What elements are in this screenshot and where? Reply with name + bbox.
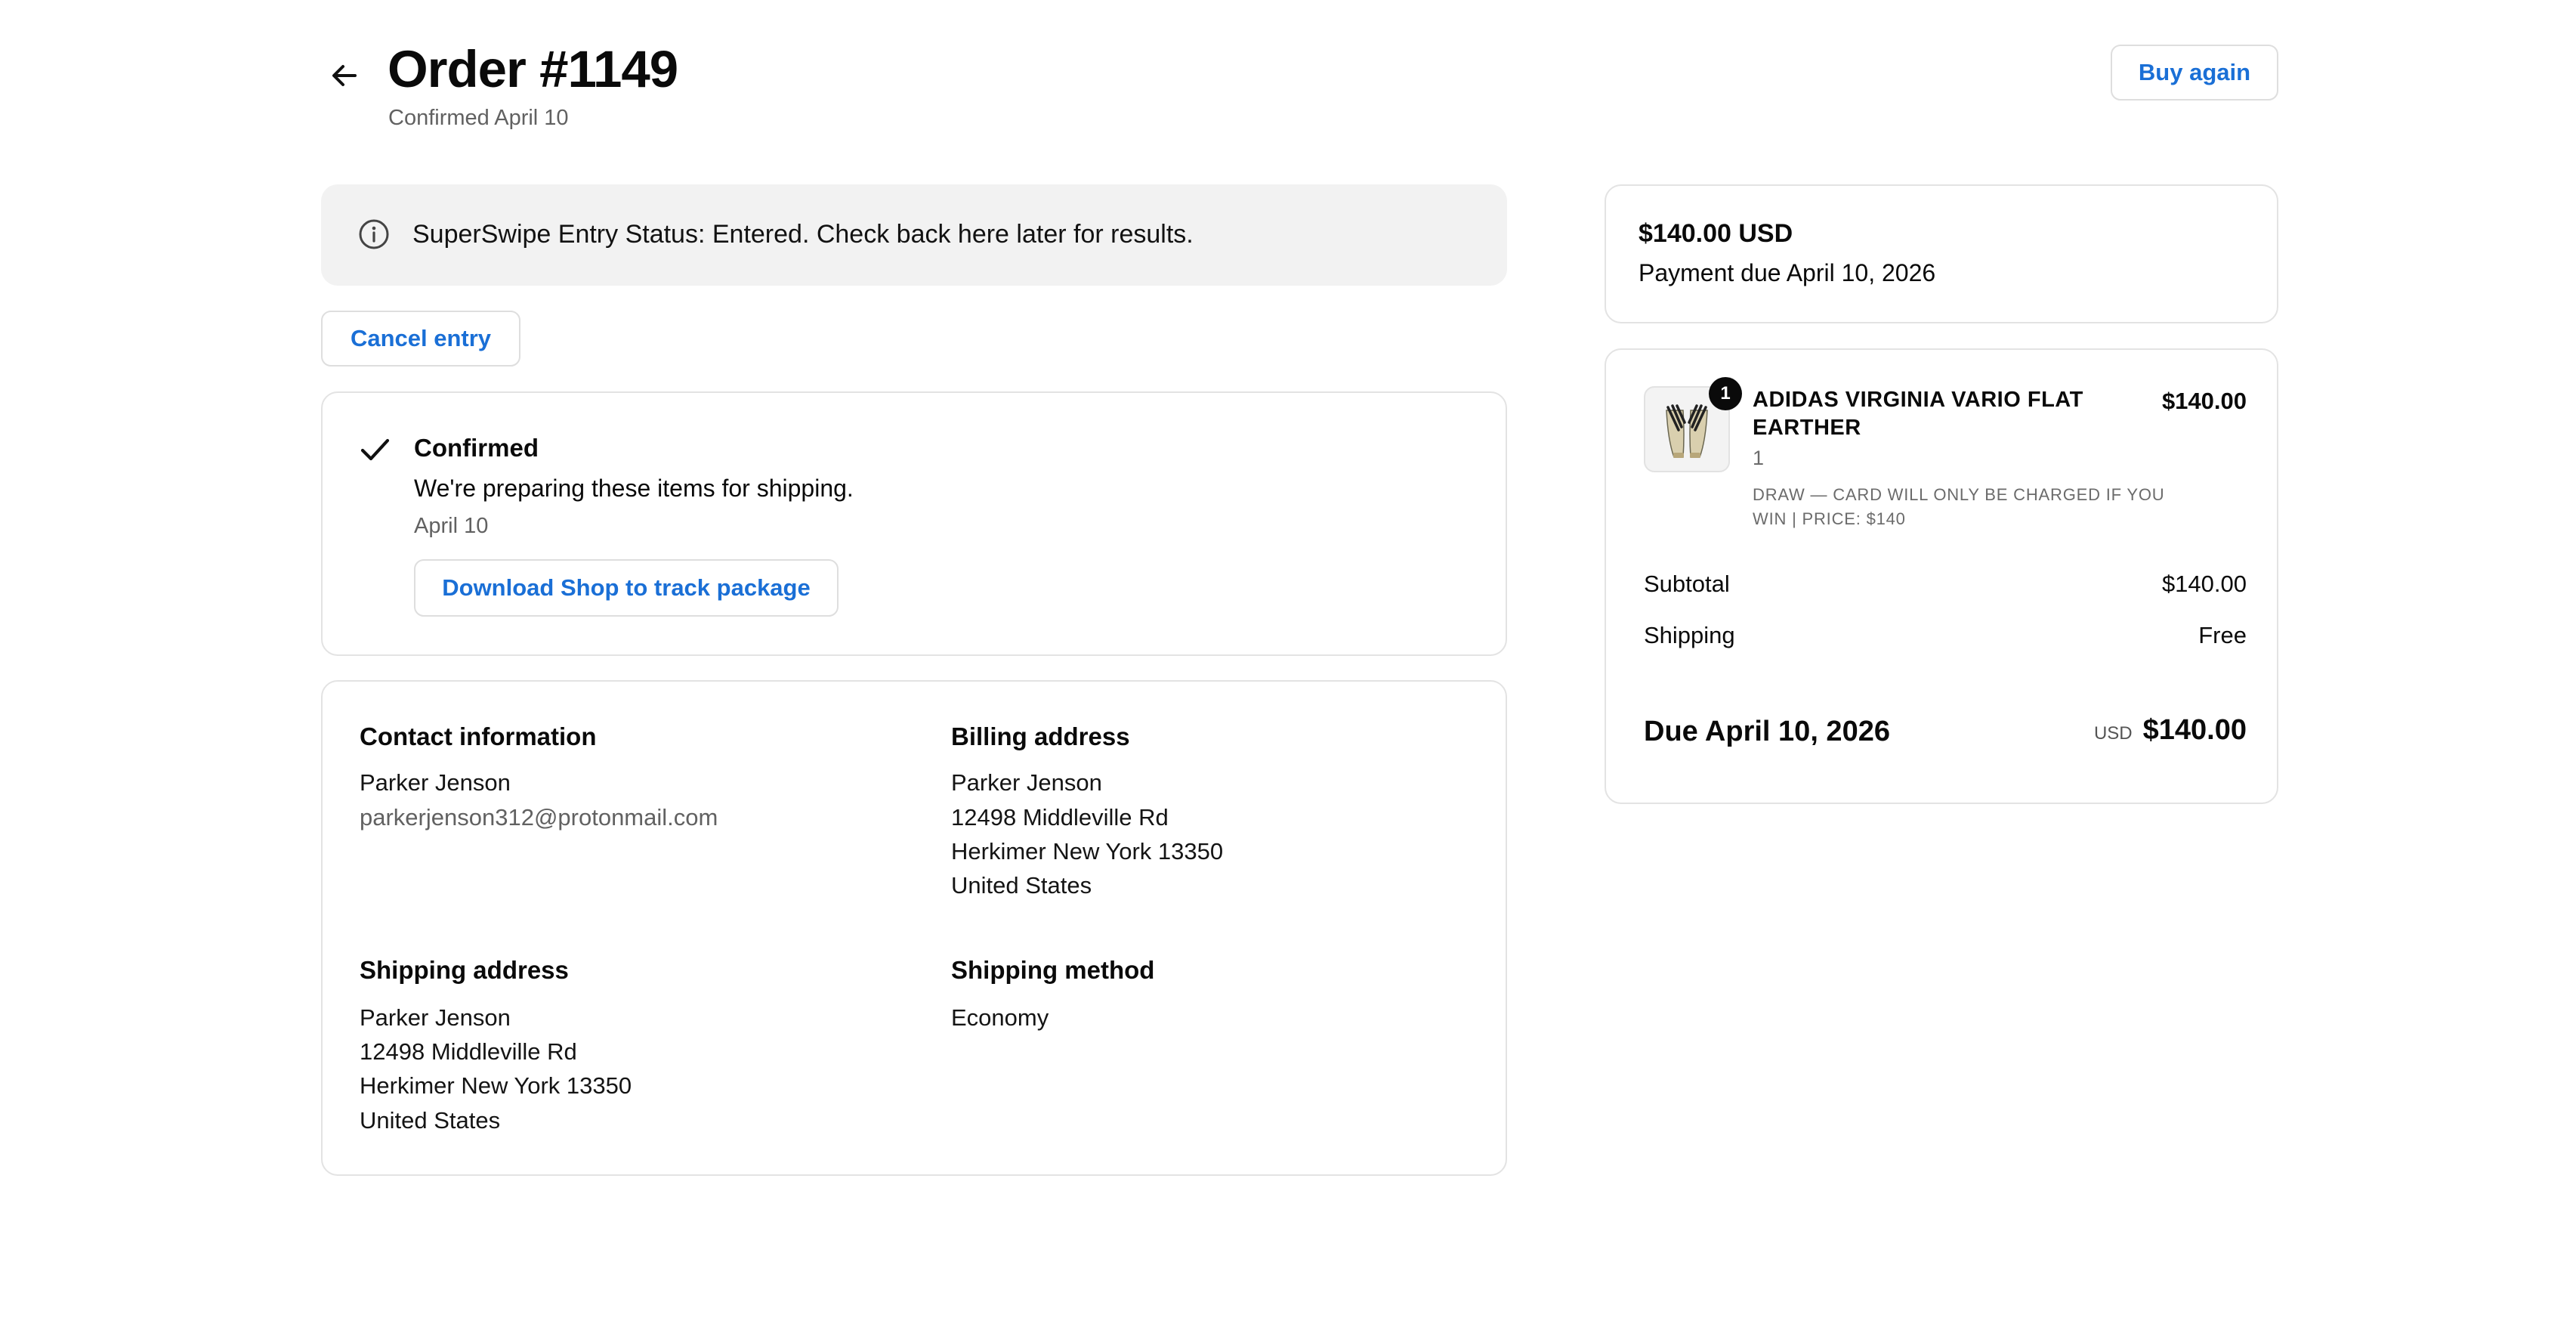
cancel-entry-button[interactable]: Cancel entry <box>321 311 520 367</box>
buy-again-button[interactable]: Buy again <box>2111 45 2278 101</box>
status-description: We're preparing these items for shipping… <box>414 475 854 502</box>
due-value: $140.00 <box>2142 714 2247 746</box>
product-quantity: 1 <box>1753 447 1765 469</box>
billing-heading: Billing address <box>951 722 1130 750</box>
shipping-address-line: Herkimer New York 13350 <box>360 1072 632 1099</box>
billing-line: 12498 Middleville Rd <box>951 804 1169 831</box>
contact-email: parkerjenson312@protonmail.com <box>360 804 718 831</box>
download-shop-button[interactable]: Download Shop to track package <box>414 559 839 617</box>
payment-summary-card: $140.00 USD Payment due April 10, 2026 <box>1605 184 2278 323</box>
due-currency: USD <box>2093 723 2133 744</box>
info-icon <box>357 218 391 251</box>
shipping-address-line: Parker Jenson <box>360 1004 511 1031</box>
due-label: Due April 10, 2026 <box>1644 716 1890 747</box>
shipping-method-value: Economy <box>951 1004 1049 1031</box>
status-heading: Confirmed <box>414 434 539 462</box>
shipping-value: Free <box>2198 622 2247 648</box>
contact-name: Parker Jenson <box>360 769 511 796</box>
payment-amount: $140.00 USD <box>1639 219 1793 248</box>
product-name: ADIDAS VIRGINIA VARIO FLAT EARTHER <box>1753 388 2083 440</box>
product-note: DRAW — CARD WILL ONLY BE CHARGED IF YOU … <box>1753 485 2165 528</box>
billing-line: United States <box>951 872 1092 899</box>
shipping-address-line: 12498 Middleville Rd <box>360 1038 577 1065</box>
entry-status-banner: SuperSwipe Entry Status: Entered. Check … <box>321 184 1507 286</box>
fulfillment-status-card: Confirmed We're preparing these items fo… <box>321 391 1507 656</box>
billing-line: Parker Jenson <box>951 769 1102 796</box>
order-confirmed-date: Confirmed April 10 <box>388 106 569 130</box>
due-total: USD $140.00 <box>1984 714 2247 747</box>
contact-heading: Contact information <box>360 722 597 750</box>
check-icon <box>359 434 391 466</box>
shipping-method-heading: Shipping method <box>951 956 1155 984</box>
back-arrow-icon[interactable] <box>328 59 361 92</box>
subtotal-value: $140.00 <box>2161 571 2247 597</box>
subtotal-label: Subtotal <box>1644 571 1730 597</box>
customer-info-card: Contact information Parker Jenson parker… <box>321 680 1507 1176</box>
payment-due: Payment due April 10, 2026 <box>1639 259 1936 286</box>
product-price: $140.00 <box>2161 388 2247 414</box>
status-date: April 10 <box>414 514 489 538</box>
billing-line: Herkimer New York 13350 <box>951 838 1224 865</box>
shipping-address-line: United States <box>360 1107 501 1134</box>
page-title: Order #1149 <box>388 40 678 98</box>
order-summary-card: 1 ADIDAS VIRGINIA VARIO FLAT EARTHER $14… <box>1605 348 2278 804</box>
shipping-address-heading: Shipping address <box>360 956 569 984</box>
entry-status-text: SuperSwipe Entry Status: Entered. Check … <box>412 220 1194 249</box>
shipping-label: Shipping <box>1644 622 1735 648</box>
quantity-badge: 1 <box>1709 377 1742 410</box>
